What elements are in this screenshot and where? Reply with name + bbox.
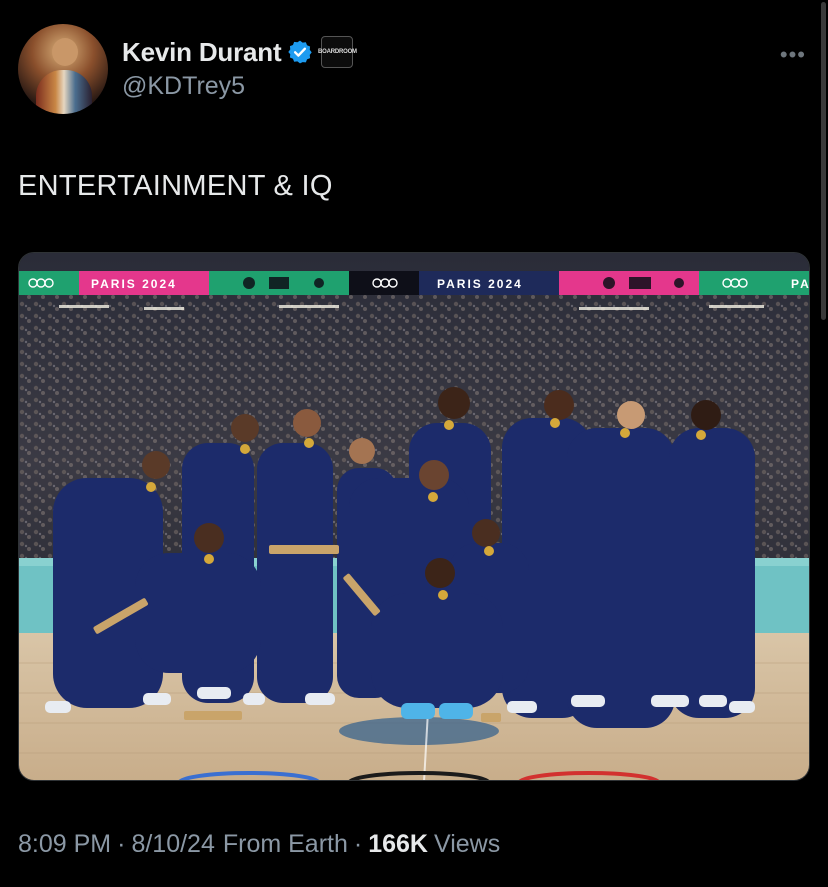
team-photo: PARIS 2024 PARIS 2024 PA (19, 253, 810, 780)
author-handle[interactable]: @KDTrey5 (122, 72, 353, 101)
tweet-date[interactable]: 8/10/24 (131, 830, 214, 859)
separator-dot: · (353, 830, 363, 858)
affiliate-badge[interactable]: BOARDROOM (318, 36, 357, 68)
tweet-time[interactable]: 8:09 PM (18, 830, 111, 859)
display-name[interactable]: Kevin Durant (122, 37, 282, 68)
author-names: Kevin Durant BOARDROOM @KDTrey5 (122, 34, 357, 101)
separator-dot: · (117, 830, 126, 858)
views-label: Views (433, 830, 501, 858)
avatar[interactable] (18, 24, 108, 114)
tweet-source: From Earth (222, 830, 348, 858)
tweet-header: Kevin Durant BOARDROOM @KDTrey5 ••• (18, 24, 810, 116)
banner-text-3: PA (791, 277, 810, 291)
display-name-row: Kevin Durant BOARDROOM (122, 34, 357, 70)
views-count[interactable]: 166K (368, 830, 428, 859)
tweet-text: ENTERTAINMENT & IQ (18, 170, 333, 202)
tweet-meta: 8:09 PM · 8/10/24 From Earth · 166K View… (18, 830, 500, 859)
banner-text-1: PARIS 2024 (91, 277, 177, 291)
banner-text-2: PARIS 2024 (437, 277, 523, 291)
scrollbar[interactable] (821, 2, 826, 320)
tweet-photo[interactable]: PARIS 2024 PARIS 2024 PA (18, 252, 810, 781)
more-horizontal-icon[interactable]: ••• (780, 42, 806, 68)
verified-badge-icon (288, 40, 313, 64)
